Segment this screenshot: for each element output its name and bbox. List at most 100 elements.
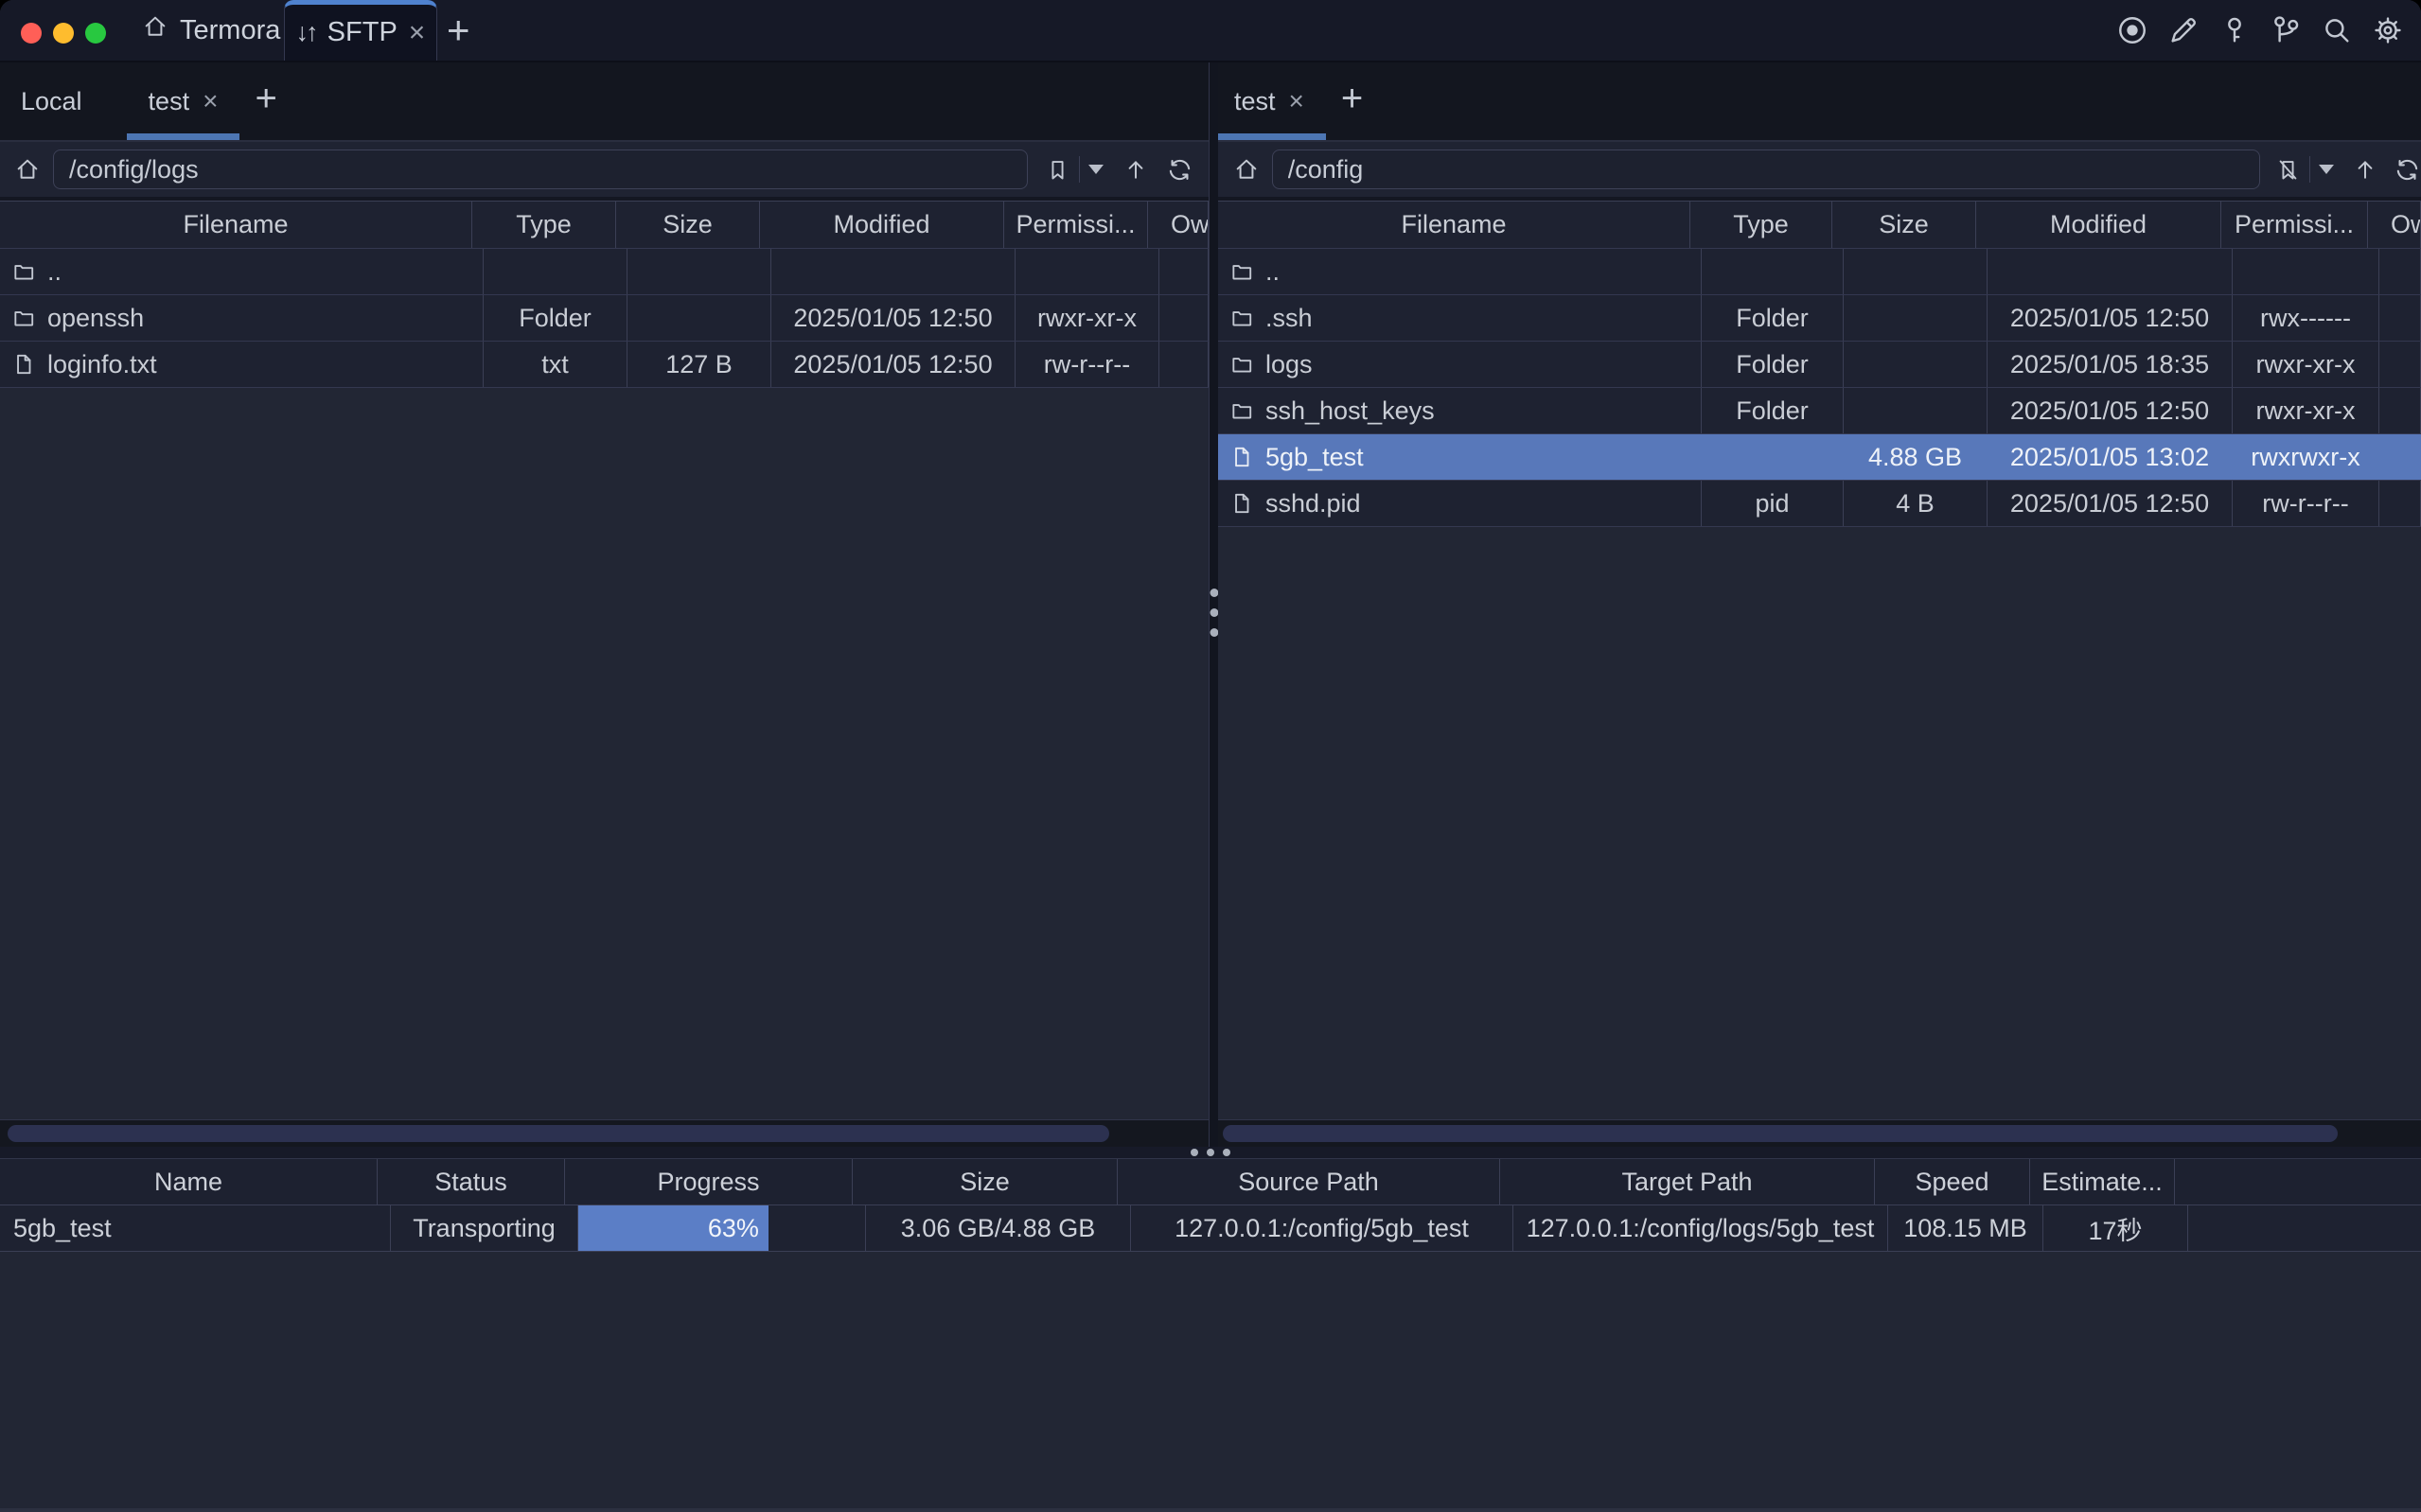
column-header-source-path[interactable]: Source Path (1118, 1159, 1500, 1204)
folder-icon (11, 306, 36, 330)
settings-gear-icon[interactable] (2372, 14, 2404, 46)
column-header-size[interactable]: Size (616, 202, 760, 248)
left-file-table: Filename Type Size Modified Permissi... … (0, 201, 1209, 388)
column-header-permissions[interactable]: Permissi... (1004, 202, 1148, 248)
close-window-button[interactable] (21, 23, 42, 44)
traffic-lights (21, 23, 106, 44)
left-tab-local-label: Local (21, 87, 82, 116)
right-path-input[interactable] (1272, 149, 2260, 189)
tab-termora[interactable]: Termora (142, 0, 280, 61)
column-header-owner[interactable]: Owner (1148, 202, 1209, 248)
column-header-modified[interactable]: Modified (760, 202, 1004, 248)
transfer-name: 5gb_test (0, 1205, 391, 1251)
column-header-owner[interactable]: Owner (2368, 202, 2421, 248)
column-header-type[interactable]: Type (1690, 202, 1832, 248)
branch-icon[interactable] (2270, 14, 2302, 46)
right-home-icon[interactable] (1233, 155, 1261, 184)
transfers-splitter[interactable] (0, 1147, 2421, 1159)
right-refresh-icon[interactable] (2394, 155, 2421, 184)
left-refresh-icon[interactable] (1165, 155, 1193, 184)
right-up-directory-icon[interactable] (2351, 155, 2378, 184)
file-icon (1229, 491, 1254, 516)
left-horizontal-scrollbar[interactable] (0, 1119, 1209, 1147)
column-header-size[interactable]: Size (1832, 202, 1976, 248)
right-bookmark-dropdown-icon[interactable] (2316, 155, 2336, 184)
filename: logs (1265, 350, 1313, 379)
tab-close-icon[interactable]: × (409, 19, 426, 47)
table-row[interactable]: .. (0, 249, 1209, 295)
column-header-filename[interactable]: Filename (1218, 202, 1690, 248)
transfer-arrows-icon: ↓↑ (296, 18, 316, 47)
right-pane-tabs: test × + (1218, 62, 2421, 142)
minimize-window-button[interactable] (53, 23, 74, 44)
filename: openssh (47, 304, 144, 333)
table-row[interactable]: .. (1218, 249, 2421, 295)
left-scrollbar-thumb[interactable] (8, 1125, 1109, 1142)
transfer-speed: 108.15 MB (1888, 1205, 2043, 1251)
right-tab-test[interactable]: test × (1218, 62, 1326, 140)
filename: sshd.pid (1265, 489, 1361, 519)
table-row[interactable]: .ssh Folder 2025/01/05 12:50 rwx------ (1218, 295, 2421, 342)
table-row[interactable]: loginfo.txt txt 127 B 2025/01/05 12:50 r… (0, 342, 1209, 388)
table-row[interactable]: logs Folder 2025/01/05 18:35 rwxr-xr-x (1218, 342, 2421, 388)
column-header-status[interactable]: Status (378, 1159, 565, 1204)
column-header-filename[interactable]: Filename (0, 202, 472, 248)
table-row[interactable]: openssh Folder 2025/01/05 12:50 rwxr-xr-… (0, 295, 1209, 342)
progress-label: 63% (708, 1214, 759, 1243)
left-table-header: Filename Type Size Modified Permissi... … (0, 202, 1209, 249)
left-up-directory-icon[interactable] (1122, 155, 1150, 184)
table-row[interactable]: ssh_host_keys Folder 2025/01/05 12:50 rw… (1218, 388, 2421, 434)
right-horizontal-scrollbar[interactable] (1218, 1119, 2421, 1147)
transfer-size: 3.06 GB/4.88 GB (866, 1205, 1131, 1251)
left-tab-close-icon[interactable]: × (203, 88, 218, 114)
column-header-estimate[interactable]: Estimate... (2030, 1159, 2175, 1204)
column-header-speed[interactable]: Speed (1875, 1159, 2030, 1204)
right-pane: test × + (1218, 62, 2421, 1147)
right-scrollbar-thumb[interactable] (1223, 1125, 2338, 1142)
search-icon[interactable] (2321, 14, 2353, 46)
transfer-row[interactable]: 5gb_test Transporting 63% 3.06 GB/4.88 G… (0, 1205, 2421, 1252)
table-row[interactable]: sshd.pid pid 4 B 2025/01/05 12:50 rw-r--… (1218, 481, 2421, 527)
left-path-input[interactable] (53, 149, 1028, 189)
column-header-modified[interactable]: Modified (1976, 202, 2221, 248)
tab-sftp-active[interactable]: ↓↑ SFTP × (284, 0, 437, 61)
transfer-estimate: 17秒 (2043, 1205, 2188, 1251)
edit-icon[interactable] (2167, 14, 2200, 46)
file-icon (11, 352, 36, 377)
left-bookmark-icon[interactable] (1043, 155, 1071, 184)
filename: .ssh (1265, 304, 1313, 333)
splitter-grip-icon (1191, 1149, 1230, 1156)
filename: ssh_host_keys (1265, 396, 1435, 426)
folder-icon (1229, 398, 1254, 423)
new-terminal-tab-button[interactable]: + (447, 11, 470, 49)
left-bookmark-dropdown-icon[interactable] (1086, 155, 1106, 184)
column-header-permissions[interactable]: Permissi... (2221, 202, 2368, 248)
transfer-target-path: 127.0.0.1:/config/logs/5gb_test (1513, 1205, 1888, 1251)
tab-sftp-label: SFTP (327, 17, 398, 48)
table-row-selected[interactable]: 5gb_test 4.88 GB 2025/01/05 13:02 rwxrwx… (1218, 434, 2421, 481)
column-header-progress[interactable]: Progress (565, 1159, 853, 1204)
column-header-name[interactable]: Name (0, 1159, 378, 1204)
titlebar: Termora ↓↑ SFTP × + (0, 0, 2421, 62)
left-home-icon[interactable] (13, 155, 42, 184)
filename: loginfo.txt (47, 350, 157, 379)
record-icon[interactable] (2116, 14, 2148, 46)
key-icon[interactable] (2218, 14, 2251, 46)
transfers-header: Name Status Progress Size Source Path Ta… (0, 1159, 2421, 1205)
left-add-tab-button[interactable]: + (239, 78, 292, 120)
app-window: Termora ↓↑ SFTP × + (0, 0, 2421, 1512)
progress-fill: 63% (578, 1205, 769, 1251)
zoom-window-button[interactable] (85, 23, 106, 44)
right-add-tab-button[interactable]: + (1326, 78, 1378, 120)
right-tab-close-icon[interactable]: × (1289, 88, 1304, 114)
column-header-size[interactable]: Size (853, 1159, 1118, 1204)
right-bookmark-off-icon[interactable] (2275, 155, 2303, 184)
left-tab-test[interactable]: test × (127, 62, 240, 140)
filename: .. (1265, 257, 1280, 287)
left-tab-test-label: test (149, 87, 190, 116)
column-header-target-path[interactable]: Target Path (1500, 1159, 1875, 1204)
filename: 5gb_test (1265, 443, 1364, 472)
column-header-type[interactable]: Type (472, 202, 616, 248)
left-tab-local[interactable]: Local (0, 62, 104, 140)
window-bottom-edge (0, 1508, 2421, 1512)
